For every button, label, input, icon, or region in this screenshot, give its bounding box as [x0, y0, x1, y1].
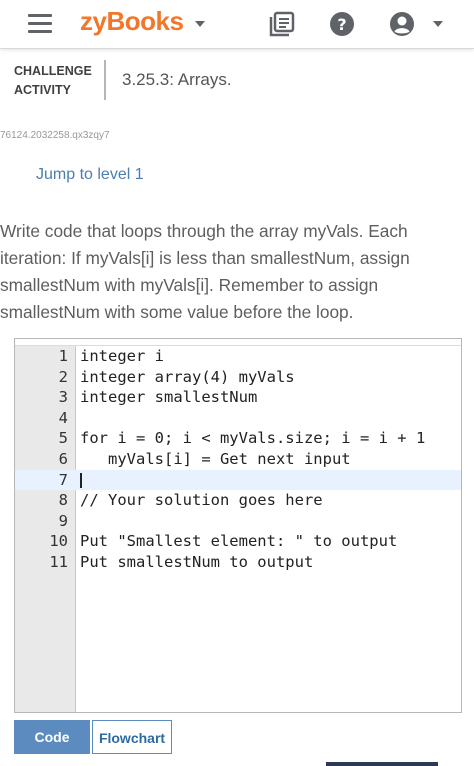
- code-line[interactable]: 5 for i = 0; i < myVals.size; i = i + 1: [15, 428, 461, 449]
- prompt-line: smallestNum with myVals[i]. Remember to …: [0, 275, 379, 295]
- code-area[interactable]: 1 integer i 2 integer array(4) myVals 3 int…: [15, 346, 461, 573]
- code-line[interactable]: 4: [15, 408, 461, 429]
- code-text[interactable]: Put smallestNum to output: [80, 552, 313, 573]
- divider: [104, 60, 106, 100]
- code-text[interactable]: for i = 0; i < myVals.size; i = i + 1: [80, 428, 425, 449]
- line-number: 8: [58, 491, 68, 510]
- code-editor[interactable]: 1 integer i 2 integer array(4) myVals 3 int…: [14, 338, 462, 713]
- line-number: 10: [49, 532, 68, 551]
- prompt-line: smallestNum with some value before the l…: [0, 302, 354, 322]
- activity-id: 76124.2032258.qx3zqy7: [0, 130, 110, 141]
- line-number: 7: [58, 470, 68, 489]
- tab-flowchart[interactable]: Flowchart: [92, 720, 172, 754]
- jump-to-level-link[interactable]: Jump to level 1: [36, 166, 144, 184]
- code-line[interactable]: 2 integer array(4) myVals: [15, 367, 461, 388]
- activity-header: CHALLENGE ACTIVITY 3.25.3: Arrays.: [0, 56, 474, 104]
- bottom-bar: [326, 762, 438, 766]
- prompt-line: Write code that loops through the array …: [0, 221, 408, 241]
- svg-text:?: ?: [337, 15, 346, 34]
- chevron-down-icon[interactable]: [433, 21, 443, 27]
- line-number: 6: [58, 449, 68, 468]
- code-line[interactable]: 9: [15, 511, 461, 532]
- activity-title: 3.25.3: Arrays.: [122, 70, 232, 89]
- code-line[interactable]: 8 // Your solution goes here: [15, 490, 461, 511]
- code-line[interactable]: 1 integer i: [15, 346, 461, 367]
- code-line[interactable]: 10 Put "Smallest element: " to output: [15, 531, 461, 552]
- brand-logo[interactable]: zyBooks: [80, 6, 184, 37]
- code-text[interactable]: // Your solution goes here: [80, 490, 323, 511]
- code-line[interactable]: 3 integer smallestNum: [15, 387, 461, 408]
- line-number: 11: [49, 552, 68, 571]
- chevron-down-icon[interactable]: [195, 21, 205, 27]
- line-number: 1: [58, 347, 68, 365]
- code-line[interactable]: 11 Put smallestNum to output: [15, 552, 461, 573]
- prompt-text: Write code that loops through the array …: [0, 218, 470, 326]
- code-text[interactable]: integer array(4) myVals: [80, 367, 295, 388]
- account-icon[interactable]: [388, 10, 416, 43]
- line-number: 3: [58, 388, 68, 407]
- line-number: 2: [58, 367, 68, 386]
- editor-top-rule: [15, 339, 461, 346]
- prompt-line: iteration: If myVals[i] is less than sma…: [0, 248, 410, 268]
- library-icon[interactable]: [268, 10, 296, 43]
- line-number: 5: [58, 429, 68, 448]
- activity-type-label: CHALLENGE ACTIVITY: [14, 64, 92, 97]
- hamburger-menu-icon[interactable]: [28, 14, 52, 34]
- text-cursor: [80, 472, 82, 488]
- code-text[interactable]: myVals[i] = Get next input: [80, 449, 351, 470]
- line-number: 4: [58, 408, 68, 427]
- code-text[interactable]: Put "Smallest element: " to output: [80, 531, 397, 552]
- code-text[interactable]: integer i: [80, 346, 164, 367]
- top-bar: zyBooks ?: [0, 0, 474, 49]
- code-text[interactable]: integer smallestNum: [80, 387, 257, 408]
- tab-code[interactable]: Code: [14, 720, 90, 754]
- help-icon[interactable]: ?: [328, 10, 356, 43]
- line-number: 9: [58, 511, 68, 530]
- code-line[interactable]: 6 myVals[i] = Get next input: [15, 449, 461, 470]
- code-line-active[interactable]: 7: [15, 469, 461, 491]
